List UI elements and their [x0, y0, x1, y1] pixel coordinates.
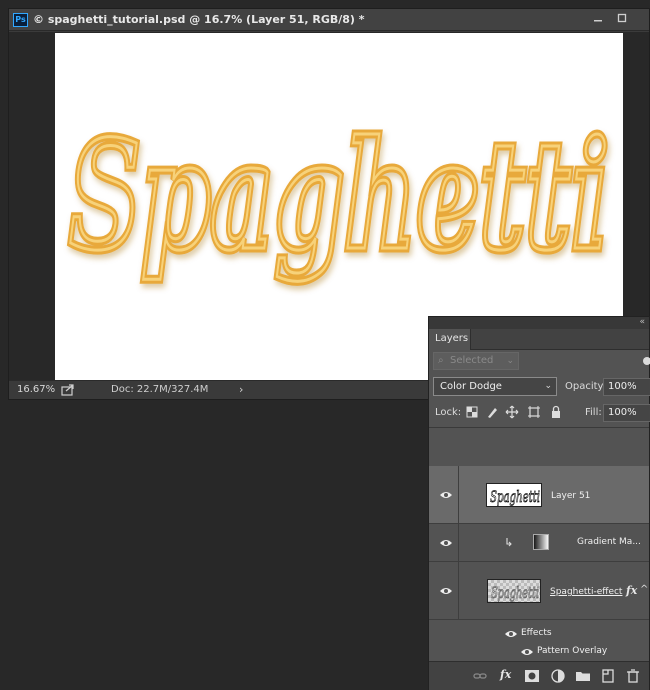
add-layer-style-fx-icon[interactable]: fx: [500, 668, 511, 681]
maximize-button[interactable]: [611, 11, 633, 28]
search-icon: ⌕: [438, 355, 444, 366]
new-layer-icon[interactable]: [600, 668, 616, 684]
chevron-down-icon: ⌄: [544, 381, 552, 391]
lock-label: Lock:: [435, 407, 462, 418]
thumbnail-text: Spaghetti: [490, 487, 540, 506]
layer-name[interactable]: Layer 51: [551, 491, 590, 501]
gradient-map-adjustment-icon: [533, 534, 549, 550]
thumbnail-text: Spaghetti: [491, 583, 539, 602]
opacity-label: Opacity:: [565, 381, 607, 392]
layers-panel-footer: fx: [429, 661, 649, 690]
collapse-panel-icon[interactable]: «: [639, 317, 645, 327]
opacity-input[interactable]: 100%: [603, 378, 650, 396]
minimize-button[interactable]: [587, 11, 609, 28]
effects-label: Effects: [521, 628, 552, 638]
document-size-info: Doc: 22.7M/327.4M: [111, 384, 209, 395]
chevron-up-icon[interactable]: ^: [640, 584, 648, 595]
layer-thumbnail: Spaghetti: [486, 483, 542, 507]
filter-toggle-switch[interactable]: [643, 357, 650, 365]
lock-artboard-icon[interactable]: [527, 405, 541, 419]
layer-name[interactable]: Spaghetti-effect: [550, 587, 622, 597]
blend-mode-select[interactable]: Color Dodge ⌄: [433, 377, 557, 396]
document-title: © spaghetti_tutorial.psd @ 16.7% (Layer …: [33, 13, 365, 26]
layer-effects-fx-icon[interactable]: fx: [626, 584, 637, 597]
maximize-icon: [617, 13, 627, 23]
add-layer-mask-icon[interactable]: [524, 668, 540, 684]
layer-thumbnail: Spaghetti: [487, 579, 541, 603]
layer-row-gradient-map[interactable]: Gradient Ma...: [429, 524, 649, 562]
layers-list: Spaghetti Layer 51 Gradient Ma... Spaghe…: [429, 427, 649, 661]
lock-image-pixels-icon[interactable]: [485, 405, 499, 419]
clipping-mask-arrow-icon: [506, 538, 512, 547]
chevron-right-icon[interactable]: ›: [239, 383, 243, 396]
lock-all-icon[interactable]: [549, 405, 563, 419]
layer-name[interactable]: Gradient Ma...: [577, 537, 641, 547]
export-icon[interactable]: [61, 383, 75, 396]
eye-icon[interactable]: [439, 538, 453, 548]
blend-mode-value: Color Dodge: [440, 381, 502, 392]
chevron-down-icon: ⌄: [506, 356, 514, 366]
document-titlebar[interactable]: Ps © spaghetti_tutorial.psd @ 16.7% (Lay…: [9, 9, 649, 31]
layer-filter-select[interactable]: ⌕ Selected ⌄: [433, 352, 519, 370]
pattern-overlay-label[interactable]: Pattern Overlay: [537, 646, 607, 656]
fill-label: Fill:: [585, 407, 602, 418]
filter-label: Selected: [450, 355, 494, 366]
zoom-level[interactable]: 16.67%: [17, 384, 55, 395]
eye-icon[interactable]: [520, 647, 534, 657]
link-layers-icon[interactable]: [472, 668, 488, 684]
tab-layers[interactable]: Layers: [429, 329, 471, 350]
photoshop-logo-icon: Ps: [13, 13, 28, 27]
layer-row-layer-51[interactable]: Spaghetti Layer 51: [429, 466, 649, 524]
panel-tabbar: Layers: [429, 329, 649, 350]
spaghetti-lettering-highlight: Spaghetti: [69, 108, 609, 284]
new-group-folder-icon[interactable]: [575, 668, 591, 684]
new-adjustment-layer-icon[interactable]: [550, 668, 566, 684]
minimize-icon: [594, 20, 602, 22]
panel-header-strip: «: [429, 317, 649, 329]
lock-position-icon[interactable]: [505, 405, 519, 419]
layer-row-spaghetti-effect[interactable]: Spaghetti Spaghetti-effect fx ^: [429, 562, 649, 620]
lock-transparent-pixels-icon[interactable]: [465, 405, 479, 419]
eye-icon[interactable]: [439, 586, 453, 596]
layers-panel: « Layers ⌕ Selected ⌄ Color Dodge ⌄ Opaci…: [428, 316, 650, 690]
eye-icon[interactable]: [504, 629, 518, 639]
delete-layer-trash-icon[interactable]: [625, 668, 641, 684]
eye-icon[interactable]: [439, 490, 453, 500]
fill-input[interactable]: 100%: [603, 404, 650, 422]
